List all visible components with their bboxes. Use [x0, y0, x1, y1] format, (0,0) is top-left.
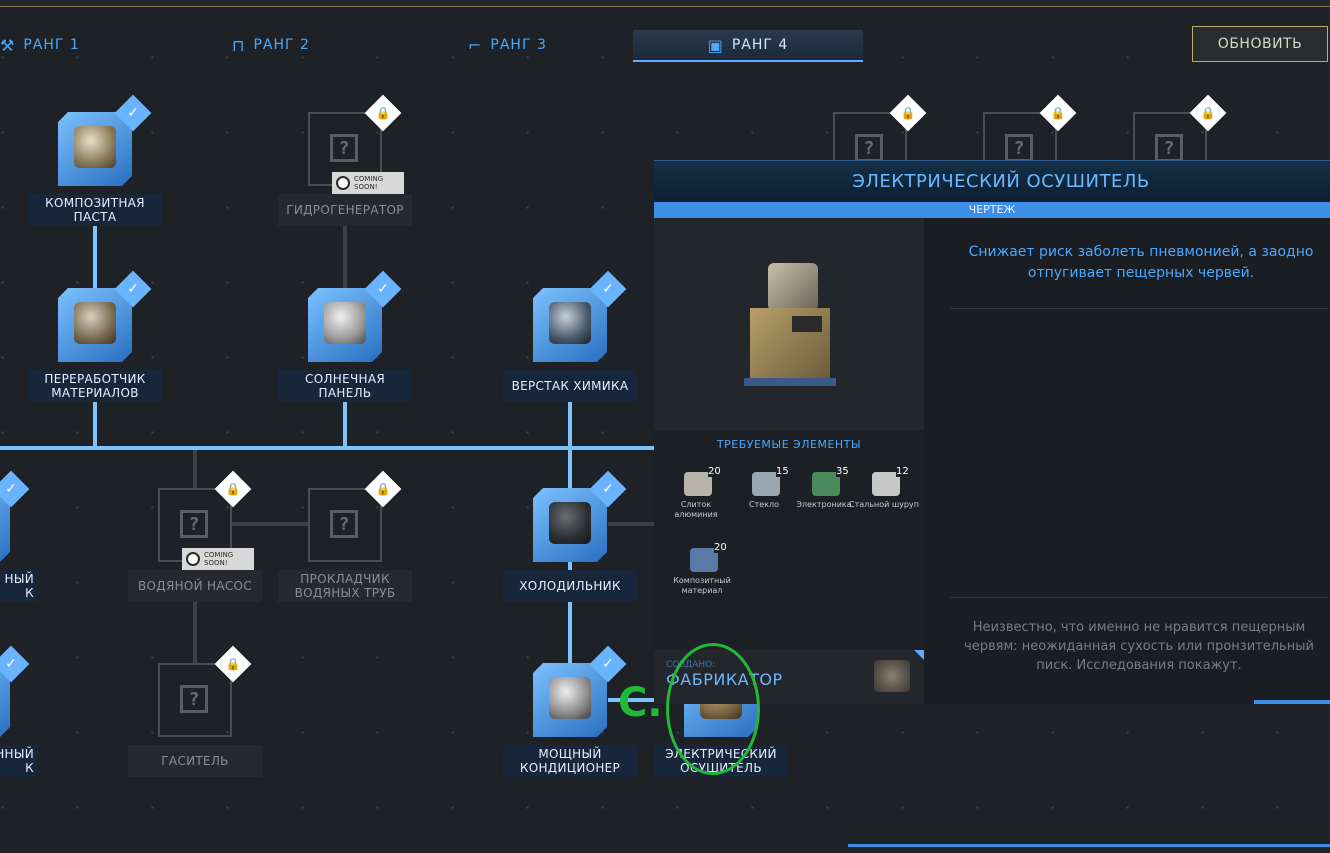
lock-icon: 🔒 [1039, 94, 1077, 132]
workbench-icon [549, 302, 591, 344]
required-item[interactable]: 20 Композитный материал [672, 542, 732, 602]
check-badge: ✓ [589, 270, 627, 308]
required-item[interactable]: 20 Слиток алюминия [666, 466, 726, 526]
node-label: СОЛНЕЧНАЯ ПАНЕЛЬ [278, 370, 412, 402]
node-powerful-ac[interactable]: ✓ [533, 645, 627, 737]
coming-soon-badge: COMING SOON! [182, 548, 254, 570]
bottom-accent [848, 844, 1330, 847]
node-label: ГАСИТЕЛЬ [128, 745, 262, 777]
question-icon: ? [180, 685, 208, 713]
crane-icon: ⌐ [468, 35, 483, 55]
panel-subtitle: ЧЕРТЕЖ [654, 202, 1330, 218]
node-water-pump[interactable]: ? 🔒 COMING SOON! [158, 470, 254, 570]
connector [193, 600, 197, 664]
node-label: НЫЙ К [0, 570, 38, 602]
node-hydrogenerator[interactable]: ? 🔒 COMING SOON! [308, 94, 404, 194]
clock-icon [186, 552, 200, 566]
top-border [0, 0, 1330, 7]
question-icon: ? [330, 510, 358, 538]
connector [232, 522, 310, 526]
check-badge: ✓ [364, 270, 402, 308]
fridge-icon [549, 502, 591, 544]
node-label: ХОЛОДИЛЬНИК [503, 570, 637, 602]
required-item[interactable]: 35 Электроника [794, 466, 854, 526]
tab-rank-4[interactable]: ▣ РАНГ 4 [633, 30, 863, 62]
node-label: ПЕРЕРАБОТЧИК МАТЕРИАЛОВ [28, 370, 162, 402]
panel-title: ЭЛЕКТРИЧЕСКИЙ ОСУШИТЕЛЬ [852, 171, 1150, 192]
node-label: ПРОКЛАДЧИК ВОДЯНЫХ ТРУБ [278, 570, 412, 602]
air-conditioner-icon [549, 677, 591, 719]
connector [343, 226, 347, 288]
check-badge: ✓ [589, 470, 627, 508]
panel-accent [1254, 700, 1330, 704]
solar-panel-icon [324, 302, 366, 344]
connector [93, 402, 97, 448]
node-label: ВОДЯНОЙ НАСОС [128, 570, 262, 602]
toolbox-icon: ▣ [707, 35, 724, 55]
lock-icon: 🔒 [889, 94, 927, 132]
bridge-icon: ⊓ [232, 35, 246, 55]
refresh-button[interactable]: ОБНОВИТЬ [1192, 26, 1328, 62]
connector [93, 226, 97, 288]
node-left-partial-2[interactable]: ✓ [0, 645, 30, 737]
annotation-letter: C. [618, 680, 663, 726]
node-damper[interactable]: ? 🔒 [158, 645, 252, 737]
recycler-icon [74, 302, 116, 344]
lock-icon: 🔒 [214, 470, 252, 508]
required-item[interactable]: 15 Стекло [734, 466, 794, 526]
item-lore: Неизвестно, что именно не нравится пещер… [964, 620, 1314, 673]
check-badge: ✓ [114, 270, 152, 308]
check-badge: ✓ [589, 645, 627, 683]
tab-rank-3[interactable]: ⌐ РАНГ 3 [468, 30, 578, 60]
question-icon: ? [1005, 134, 1033, 162]
clock-icon [336, 176, 350, 190]
fabricator-icon [874, 660, 910, 692]
question-icon: ? [180, 510, 208, 538]
node-label: МОЩНЫЙ КОНДИЦИОНЕР [503, 745, 637, 777]
node-fridge[interactable]: ✓ [533, 470, 627, 562]
node-label: ВЕРСТАК ХИМИКА [503, 370, 637, 402]
stats-area [950, 308, 1328, 598]
lock-icon: 🔒 [214, 645, 252, 683]
lock-icon: 🔒 [1189, 94, 1227, 132]
tab-rank-1[interactable]: ⚒ РАНГ 1 [0, 30, 100, 60]
node-material-recycler[interactable]: ✓ [58, 270, 152, 362]
required-elements-title: ТРЕБУЕМЫЕ ЭЛЕМЕНТЫ [716, 438, 862, 451]
tab-rank-2[interactable]: ⊓ РАНГ 2 [232, 30, 342, 60]
node-chemist-workbench[interactable]: ✓ [533, 270, 627, 362]
connector [193, 450, 197, 490]
item-preview [654, 218, 924, 430]
dehumidifier-model [744, 258, 836, 388]
panel-header: ЭЛЕКТРИЧЕСКИЙ ОСУШИТЕЛЬ [654, 160, 1330, 203]
question-icon: ? [1155, 134, 1183, 162]
connector [608, 522, 654, 526]
node-solar-panel[interactable]: ✓ [308, 270, 402, 362]
coming-soon-badge: COMING SOON! [332, 172, 404, 194]
node-label: ННЫЙ К [0, 745, 38, 777]
required-item[interactable]: 12 Стальной шуруп [849, 466, 919, 526]
connector [0, 446, 654, 450]
item-description: Снижает риск заболеть пневмонией, а заод… [968, 244, 1314, 281]
lock-icon: 🔒 [364, 470, 402, 508]
node-left-partial-1[interactable]: ✓ [0, 470, 30, 562]
blueprint-detail-panel: ЭЛЕКТРИЧЕСКИЙ ОСУШИТЕЛЬ ЧЕРТЕЖ ТРЕБУЕМЫЕ… [654, 160, 1330, 704]
question-icon: ? [855, 134, 883, 162]
node-pipe-layer[interactable]: ? 🔒 [308, 470, 402, 562]
check-badge: ✓ [114, 94, 152, 132]
annotation-circle [666, 643, 760, 775]
composite-paste-icon [74, 126, 116, 168]
node-label: ГИДРОГЕНЕРАТОР [278, 194, 412, 226]
wrench-icon: ⚒ [0, 35, 16, 55]
node-label: КОМПОЗИТНАЯ ПАСТА [28, 194, 162, 226]
connector [343, 402, 347, 448]
question-icon: ? [330, 134, 358, 162]
lock-icon: 🔒 [364, 94, 402, 132]
required-elements-area [654, 430, 924, 650]
node-composite-paste[interactable]: ✓ [58, 94, 152, 186]
